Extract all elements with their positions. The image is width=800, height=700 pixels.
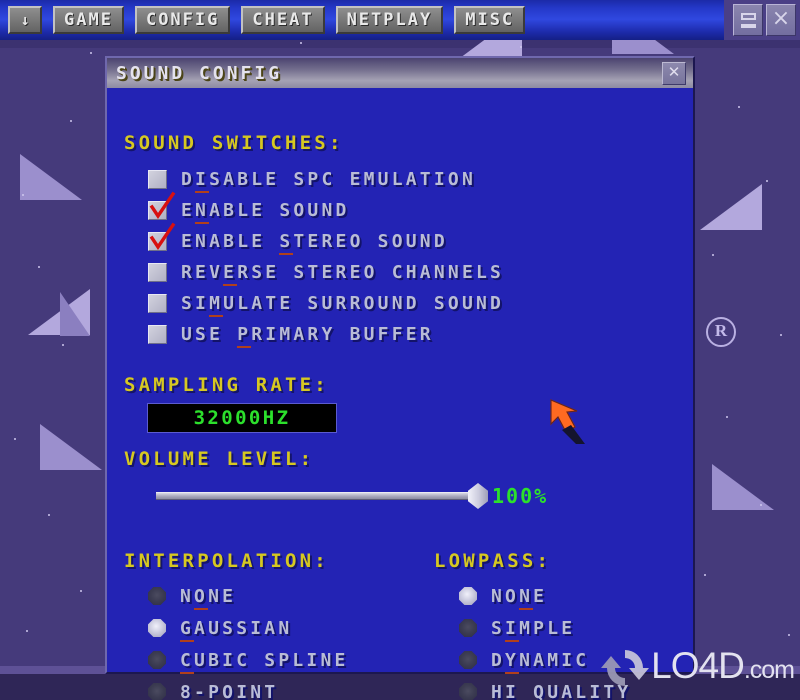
volume-value-label: 100% [492, 484, 549, 508]
menubar-arrow-down-icon[interactable]: ↓ [8, 6, 42, 34]
volume-slider-thumb[interactable] [468, 483, 488, 509]
checkbox-simulate-surround-sound[interactable] [148, 293, 167, 313]
pyramid-shape [20, 154, 82, 200]
checkbox-enable-stereo-sound[interactable] [148, 222, 176, 251]
restore-icon-bottom [740, 23, 756, 28]
sampling-rate-heading: SAMPLING RATE: [124, 374, 329, 396]
checkbox-label: REVERSE STEREO CHANNELS [181, 261, 504, 286]
radio-interpolation-8-point[interactable] [148, 683, 166, 700]
dialog-body: SOUND SWITCHES: DISABLE SPC EMULATION EN… [107, 88, 693, 700]
menu-item-netplay[interactable]: NETPLAY [335, 6, 444, 34]
pyramid-shape [40, 424, 102, 470]
window-controls: × [724, 0, 800, 40]
checkbox-row-simulate-surround-sound[interactable]: SIMULATE SURROUND SOUND [148, 292, 504, 317]
sampling-rate-field[interactable]: 32000HZ [147, 403, 337, 433]
checkbox-disable-spc-emulation[interactable] [148, 169, 167, 189]
checkbox-use-primary-buffer[interactable] [148, 324, 167, 344]
radio-interpolation-none[interactable] [148, 587, 166, 605]
radio-interpolation-gaussian[interactable] [148, 619, 166, 637]
lowpass-heading: LOWPASS: [434, 550, 552, 572]
radio-label: DYNAMIC [491, 649, 589, 674]
menu-item-game[interactable]: GAME [53, 6, 124, 34]
radio-label: 8-POINT [180, 681, 278, 700]
menu-item-misc[interactable]: MISC [454, 6, 526, 34]
radio-lowpass-none[interactable] [459, 587, 477, 605]
restore-icon-top [740, 12, 756, 20]
checkbox-reverse-stereo-channels[interactable] [148, 262, 167, 282]
registered-trademark-icon: R [706, 317, 736, 347]
radio-row-interpolation-cubic-spline[interactable]: CUBIC SPLINE [148, 649, 349, 674]
checkbox-row-enable-sound[interactable]: ENABLE SOUND [148, 191, 350, 224]
check-icon [149, 222, 176, 250]
checkbox-label: ENABLE STEREO SOUND [181, 230, 448, 255]
interpolation-heading: INTERPOLATION: [124, 550, 329, 572]
radio-label: NONE [491, 585, 547, 610]
checkbox-row-use-primary-buffer[interactable]: USE PRIMARY BUFFER [148, 323, 434, 348]
radio-label: SIMPLE [491, 617, 575, 642]
checkbox-label: USE PRIMARY BUFFER [181, 323, 434, 348]
radio-label: GAUSSIAN [180, 617, 292, 642]
radio-row-lowpass-hi-quality[interactable]: HI QUALITY [459, 681, 631, 700]
menu-item-cheat[interactable]: CHEAT [241, 6, 325, 34]
menu-item-config[interactable]: CONFIG [134, 6, 231, 34]
radio-row-interpolation-gaussian[interactable]: GAUSSIAN [148, 617, 292, 642]
pyramid-shape [700, 184, 762, 230]
main-menubar: ↓ GAME CONFIG CHEAT NETPLAY MISC × [0, 0, 800, 40]
checkbox-label: DISABLE SPC EMULATION [181, 168, 476, 193]
sound-config-dialog: SOUND CONFIG ✕ SOUND SWITCHES: DISABLE S… [105, 56, 695, 700]
radio-row-interpolation-8-point[interactable]: 8-POINT [148, 681, 278, 700]
volume-slider[interactable]: 100% [156, 483, 549, 509]
radio-row-lowpass-dynamic[interactable]: DYNAMIC [459, 649, 589, 674]
checkbox-label: SIMULATE SURROUND SOUND [181, 292, 504, 317]
checkbox-row-reverse-stereo-channels[interactable]: REVERSE STEREO CHANNELS [148, 261, 504, 286]
radio-row-interpolation-none[interactable]: NONE [148, 585, 236, 610]
radio-label: CUBIC SPLINE [180, 649, 349, 674]
dialog-close-icon[interactable]: ✕ [662, 62, 686, 85]
radio-row-lowpass-simple[interactable]: SIMPLE [459, 617, 575, 642]
checkbox-enable-sound[interactable] [148, 191, 176, 220]
pyramid-shape [60, 292, 90, 336]
checkbox-label: ENABLE SOUND [181, 199, 350, 224]
radio-row-lowpass-none[interactable]: NONE [459, 585, 547, 610]
restore-window-icon[interactable] [733, 4, 763, 36]
sampling-rate-value: 32000HZ [193, 407, 291, 429]
check-icon [149, 191, 176, 219]
volume-slider-track[interactable] [156, 483, 488, 509]
close-window-icon[interactable]: × [766, 4, 796, 36]
radio-lowpass-dynamic[interactable] [459, 651, 477, 669]
volume-level-heading: VOLUME LEVEL: [124, 448, 315, 470]
radio-label: NONE [180, 585, 236, 610]
dialog-title: SOUND CONFIG [116, 62, 283, 84]
radio-interpolation-cubic-spline[interactable] [148, 651, 166, 669]
checkbox-row-disable-spc-emulation[interactable]: DISABLE SPC EMULATION [148, 168, 476, 193]
radio-lowpass-hi-quality[interactable] [459, 683, 477, 700]
pyramid-shape [712, 464, 774, 510]
dialog-titlebar[interactable]: SOUND CONFIG ✕ [107, 58, 693, 88]
emulator-screen: R ↓ GAME CONFIG CHEAT NETPLAY MISC × SOU… [0, 0, 800, 700]
checkbox-row-enable-stereo-sound[interactable]: ENABLE STEREO SOUND [148, 222, 448, 255]
radio-lowpass-simple[interactable] [459, 619, 477, 637]
sound-switches-heading: SOUND SWITCHES: [124, 132, 344, 154]
background-bottom-band [0, 674, 800, 700]
radio-label: HI QUALITY [491, 681, 631, 700]
